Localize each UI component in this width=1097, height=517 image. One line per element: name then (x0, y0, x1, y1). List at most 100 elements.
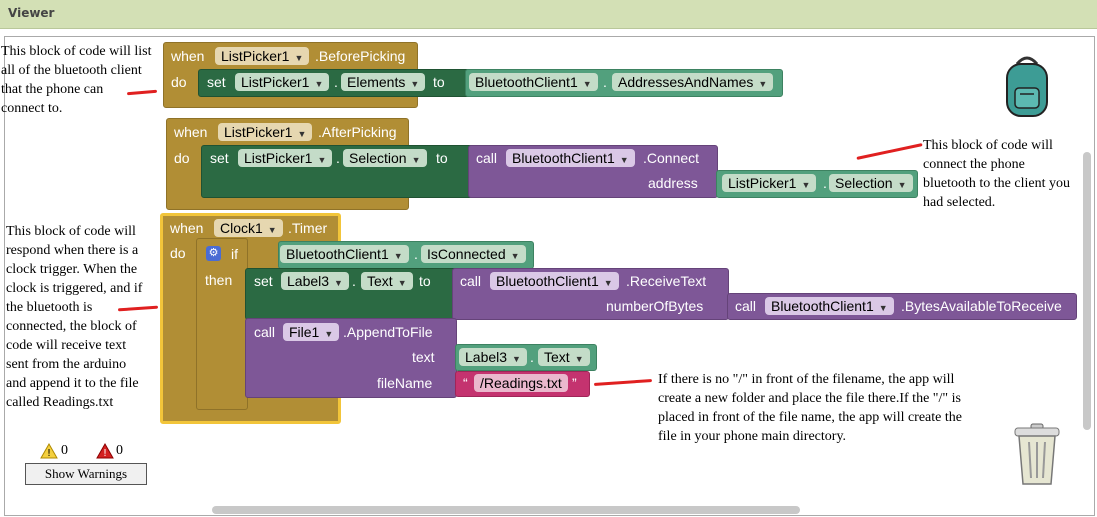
component-dropdown[interactable]: File1 ▼ (283, 323, 340, 341)
component-dropdown[interactable]: BluetoothClient1 ▼ (490, 272, 619, 290)
component-dropdown[interactable]: BluetoothClient1 ▼ (469, 73, 598, 91)
annotation-note-4: If there is no "/" in front of the filen… (658, 372, 962, 444)
dropdown-arrow-icon: ▼ (582, 79, 592, 89)
dot-separator: . (414, 246, 418, 262)
property-dropdown[interactable]: AddressesAndNames ▼ (612, 73, 774, 91)
event-name: .BeforePicking (315, 48, 406, 64)
dot-separator: . (352, 273, 356, 289)
property-dropdown[interactable]: Selection ▼ (343, 149, 427, 167)
dropdown-arrow-icon: ▼ (801, 180, 811, 190)
dropdown-arrow-icon: ▼ (294, 53, 304, 63)
dropdown-arrow-icon: ▼ (411, 155, 421, 165)
dropdown-arrow-icon: ▼ (603, 278, 613, 288)
dropdown-arrow-icon: ▼ (510, 251, 520, 261)
if-then-block[interactable] (196, 238, 248, 410)
to-keyword: to (433, 74, 445, 90)
dropdown-arrow-icon: ▼ (297, 129, 307, 139)
if-keyword: if (231, 246, 238, 262)
set-keyword: set (210, 150, 229, 166)
component-dropdown[interactable]: ListPicker1 ▼ (722, 174, 817, 192)
component-dropdown[interactable]: ListPicker1 ▼ (235, 73, 330, 91)
dropdown-arrow-icon: ▼ (317, 155, 327, 165)
vertical-scrollbar-thumb[interactable] (1083, 152, 1091, 430)
dropdown-arrow-icon: ▼ (410, 79, 420, 89)
warning-count: 0 (61, 443, 68, 458)
component-dropdown[interactable]: ListPicker1 ▼ (238, 149, 333, 167)
to-keyword: to (436, 150, 448, 166)
quote-close: ” (572, 375, 577, 391)
component-dropdown[interactable]: Label3 ▼ (459, 348, 527, 366)
when-keyword: when (174, 124, 208, 140)
error-count: 0 (116, 443, 123, 458)
quote-open: “ (463, 375, 468, 391)
component-dropdown[interactable]: ListPicker1 ▼ (215, 47, 310, 65)
dot-separator: . (603, 74, 607, 90)
set-keyword: set (254, 273, 273, 289)
argument-label: fileName (377, 375, 433, 391)
do-keyword: do (171, 74, 187, 90)
svg-text:!: ! (103, 448, 107, 459)
method-name: .ReceiveText (626, 273, 707, 289)
call-keyword: call (735, 298, 757, 314)
dropdown-arrow-icon: ▼ (758, 79, 768, 89)
dropdown-arrow-icon: ▼ (512, 354, 521, 364)
filename-text-field[interactable]: /Readings.txt (474, 374, 568, 392)
method-name: .Connect (643, 150, 700, 166)
property-dropdown[interactable]: Text ▼ (361, 272, 413, 290)
gear-icon[interactable]: ⚙ (206, 246, 221, 261)
argument-label: address (648, 175, 698, 191)
argument-label: numberOfBytes (606, 298, 704, 314)
component-dropdown[interactable]: BluetoothClient1 ▼ (506, 149, 635, 167)
dropdown-arrow-icon: ▼ (397, 278, 407, 288)
call-keyword: call (476, 150, 498, 166)
when-keyword: when (171, 48, 205, 64)
do-keyword: do (174, 150, 190, 166)
backpack-icon[interactable] (1003, 50, 1051, 120)
component-dropdown[interactable]: Label3 ▼ (281, 272, 349, 290)
method-name: .BytesAvailableToReceive (901, 298, 1062, 314)
event-name: .AfterPicking (318, 124, 397, 140)
viewer-title: Viewer (8, 6, 55, 20)
when-keyword: when (170, 220, 204, 236)
dropdown-arrow-icon: ▼ (574, 354, 584, 364)
dot-separator: . (530, 349, 534, 365)
viewer-header: Viewer (0, 0, 1097, 29)
svg-text:!: ! (47, 448, 51, 459)
property-dropdown[interactable]: Elements ▼ (341, 73, 426, 91)
method-name: .AppendToFile (343, 324, 433, 340)
dropdown-arrow-icon: ▼ (314, 79, 324, 89)
show-warnings-button[interactable]: Show Warnings (25, 463, 147, 485)
dropdown-arrow-icon: ▼ (334, 278, 343, 288)
property-dropdown[interactable]: Selection ▼ (829, 174, 913, 192)
set-keyword: set (207, 74, 226, 90)
annotation-note-3: This block of code will respond when ther… (6, 224, 143, 410)
dropdown-arrow-icon: ▼ (267, 225, 277, 235)
dropdown-arrow-icon: ▼ (324, 329, 334, 339)
call-keyword: call (460, 273, 482, 289)
horizontal-scrollbar-thumb[interactable] (212, 506, 800, 514)
dropdown-arrow-icon: ▼ (878, 303, 888, 313)
annotation-note-2: This block of code will connect the phone… (923, 138, 1070, 210)
do-keyword: do (170, 245, 186, 261)
component-dropdown[interactable]: ListPicker1 ▼ (218, 123, 313, 141)
component-dropdown[interactable]: Clock1 ▼ (214, 219, 283, 237)
then-keyword: then (205, 272, 233, 288)
argument-label: text (412, 349, 435, 365)
dropdown-arrow-icon: ▼ (897, 180, 907, 190)
component-dropdown[interactable]: BluetoothClient1 ▼ (765, 297, 894, 315)
trash-can-icon[interactable] (1012, 422, 1062, 487)
dot-separator: . (823, 175, 827, 191)
component-dropdown[interactable]: BluetoothClient1 ▼ (280, 245, 409, 263)
warning-triangle-icon: ! (40, 442, 58, 459)
dot-separator: . (334, 74, 338, 90)
to-keyword: to (419, 273, 431, 289)
property-dropdown[interactable]: Text ▼ (538, 348, 590, 366)
dropdown-arrow-icon: ▼ (619, 155, 629, 165)
call-keyword: call (254, 324, 276, 340)
annotation-note-1: This block of code will list all of the b… (1, 44, 152, 116)
error-triangle-icon: ! (96, 442, 114, 459)
dropdown-arrow-icon: ▼ (393, 251, 403, 261)
property-dropdown[interactable]: IsConnected ▼ (421, 245, 526, 263)
event-name: .Timer (288, 220, 328, 236)
dot-separator: . (336, 150, 340, 166)
